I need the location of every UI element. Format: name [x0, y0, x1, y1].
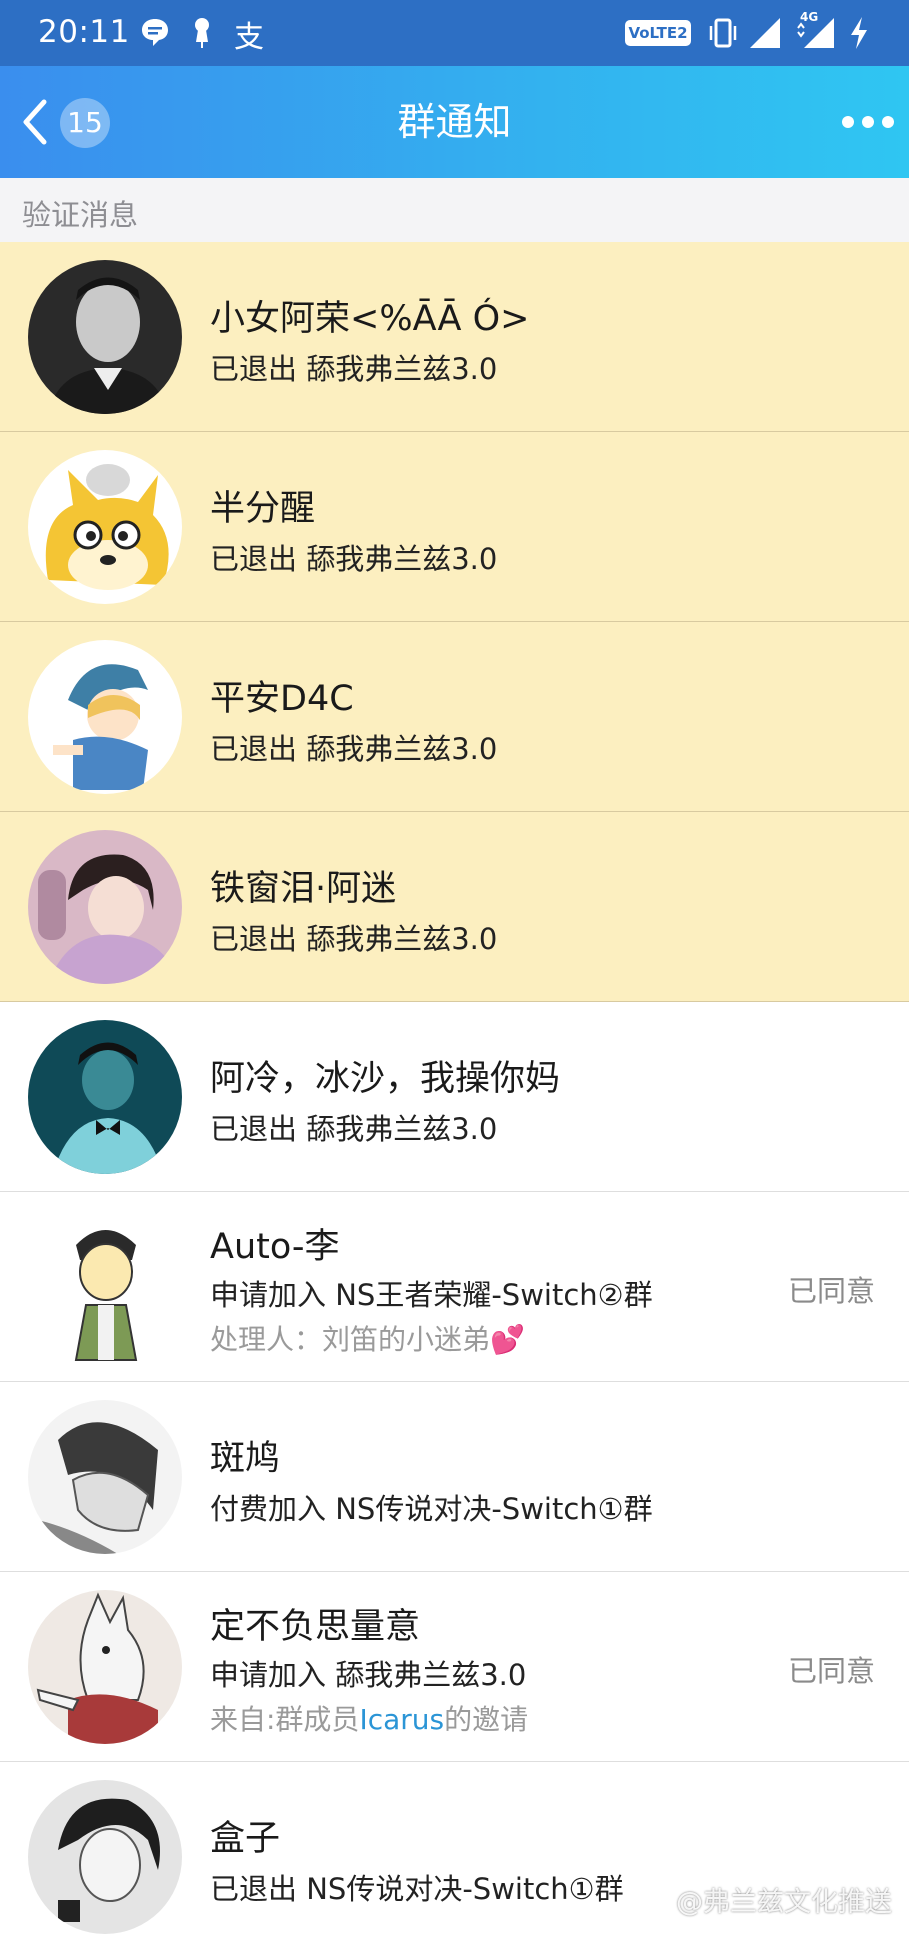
- member-name: 铁窗泪·阿迷: [210, 869, 397, 909]
- page-title: 群通知: [397, 100, 512, 144]
- section-label: 验证消息: [22, 198, 139, 232]
- member-name: Auto-李: [210, 1227, 340, 1267]
- inviter-link[interactable]: Icarus: [359, 1703, 444, 1736]
- notification-row[interactable]: Auto-李 申请加入 NS王者荣耀-Switch②群 处理人：刘笛的小迷弟💕 …: [0, 1192, 909, 1382]
- chat-bubble-icon: [142, 19, 168, 46]
- member-name: 阿冷，冰沙，我操你妈: [210, 1059, 561, 1099]
- pin-icon: [195, 18, 209, 48]
- more-button[interactable]: [838, 100, 898, 144]
- handler-note: 处理人：刘笛的小迷弟💕: [210, 1323, 525, 1356]
- notification-row[interactable]: 半分醒 已退出 舔我弗兰兹3.0: [0, 432, 909, 622]
- alipay-icon: 支: [234, 20, 264, 55]
- action-text: 已退出 舔我弗兰兹3.0: [210, 922, 498, 956]
- action-text: 申请加入 NS王者荣耀-Switch②群: [210, 1278, 653, 1312]
- network-type-label: 4G: [800, 10, 819, 24]
- notification-row[interactable]: 定不负思量意 申请加入 舔我弗兰兹3.0 来自:群成员Icarus的邀请 已同意: [0, 1572, 909, 1762]
- member-name: 盒子: [210, 1819, 281, 1859]
- section-header: 验证消息: [0, 178, 909, 242]
- avatar: [28, 1590, 182, 1744]
- more-dots-icon: [842, 116, 894, 128]
- avatar: [28, 1780, 182, 1934]
- member-name: 平安D4C: [210, 679, 354, 719]
- invite-suffix: 的邀请: [444, 1703, 529, 1736]
- avatar: [28, 450, 182, 604]
- back-button[interactable]: 15: [14, 90, 114, 154]
- status-time: 20:11: [38, 14, 130, 50]
- signal-icon: [750, 18, 780, 48]
- action-text: 已退出 舔我弗兰兹3.0: [210, 732, 498, 766]
- avatar: [28, 1210, 182, 1364]
- avatar: [28, 260, 182, 414]
- action-text: 已退出 舔我弗兰兹3.0: [210, 352, 498, 386]
- action-text: 付费加入 NS传说对决-Switch①群: [210, 1492, 653, 1526]
- notification-row[interactable]: 盒子 已退出 NS传说对决-Switch①群: [0, 1762, 909, 1952]
- watermark: @弗兰兹文化推送: [676, 1887, 892, 1918]
- notification-row[interactable]: 小女阿荣<%ĀĀ Ó> 已退出 舔我弗兰兹3.0: [0, 242, 909, 432]
- status-label: 已同意: [787, 1274, 875, 1308]
- avatar: [28, 830, 182, 984]
- member-name: 斑鸠: [210, 1439, 281, 1479]
- action-text: 已退出 NS传说对决-Switch①群: [210, 1872, 624, 1906]
- notification-row[interactable]: 铁窗泪·阿迷 已退出 舔我弗兰兹3.0: [0, 812, 909, 1002]
- action-text: 已退出 舔我弗兰兹3.0: [210, 542, 498, 576]
- chevron-left-icon: [23, 99, 47, 145]
- member-name: 小女阿荣<%ĀĀ Ó>: [210, 299, 530, 339]
- status-bar: 20:11 支 VoLTE2 4G: [0, 0, 909, 66]
- status-label: 已同意: [787, 1654, 875, 1688]
- notification-row[interactable]: 阿冷，冰沙，我操你妈 已退出 舔我弗兰兹3.0: [0, 1002, 909, 1192]
- invite-prefix: 来自:群成员: [210, 1703, 360, 1736]
- invite-note: 来自:群成员Icarus的邀请: [210, 1698, 528, 1738]
- title-bar: 15 群通知: [0, 66, 909, 178]
- notification-list: 小女阿荣<%ĀĀ Ó> 已退出 舔我弗兰兹3.0 半分醒 已退出 舔我弗兰兹3.…: [0, 242, 909, 1952]
- member-name: 半分醒: [210, 489, 316, 529]
- avatar: [28, 1020, 182, 1174]
- charging-icon: [851, 17, 867, 49]
- avatar: [28, 1400, 182, 1554]
- action-text: 申请加入 舔我弗兰兹3.0: [210, 1658, 527, 1692]
- action-text: 已退出 舔我弗兰兹3.0: [210, 1112, 498, 1146]
- notification-row[interactable]: 平安D4C 已退出 舔我弗兰兹3.0: [0, 622, 909, 812]
- member-name: 定不负思量意: [210, 1607, 421, 1647]
- volte-badge: VoLTE2: [625, 20, 691, 46]
- vibrate-icon: [709, 18, 737, 48]
- notification-row[interactable]: 斑鸠 付费加入 NS传说对决-Switch①群: [0, 1382, 909, 1572]
- avatar: [28, 640, 182, 794]
- unread-count-badge: 15: [60, 98, 110, 148]
